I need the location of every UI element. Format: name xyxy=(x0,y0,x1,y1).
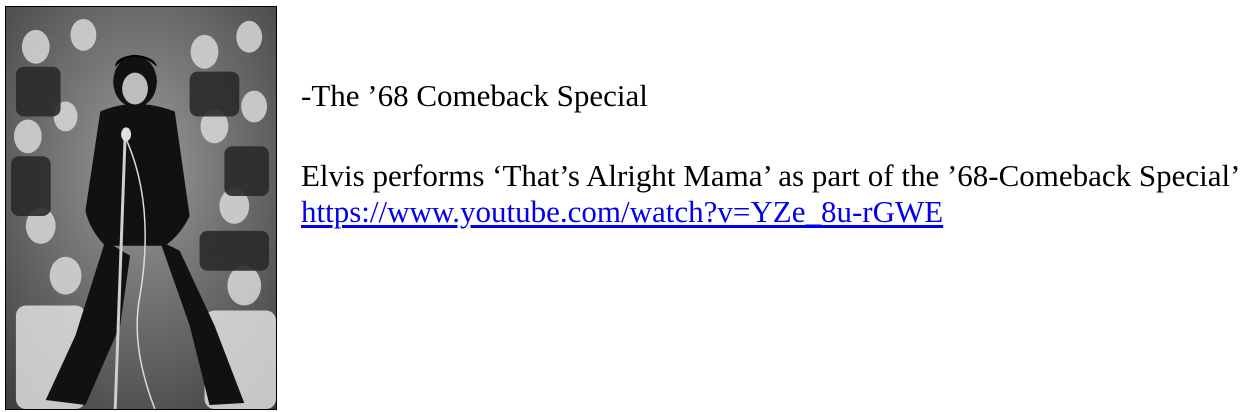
section-heading: -The ’68 Comeback Special xyxy=(301,78,648,113)
youtube-link[interactable]: https://www.youtube.com/watch?v=YZe_8u-r… xyxy=(301,194,943,230)
video-description: Elvis performs ‘That’s Alright Mama’ as … xyxy=(301,158,1241,193)
photo-icon xyxy=(6,7,276,409)
performer-photo xyxy=(5,6,277,410)
text-block: -The ’68 Comeback Special Elvis performs… xyxy=(301,78,1246,230)
